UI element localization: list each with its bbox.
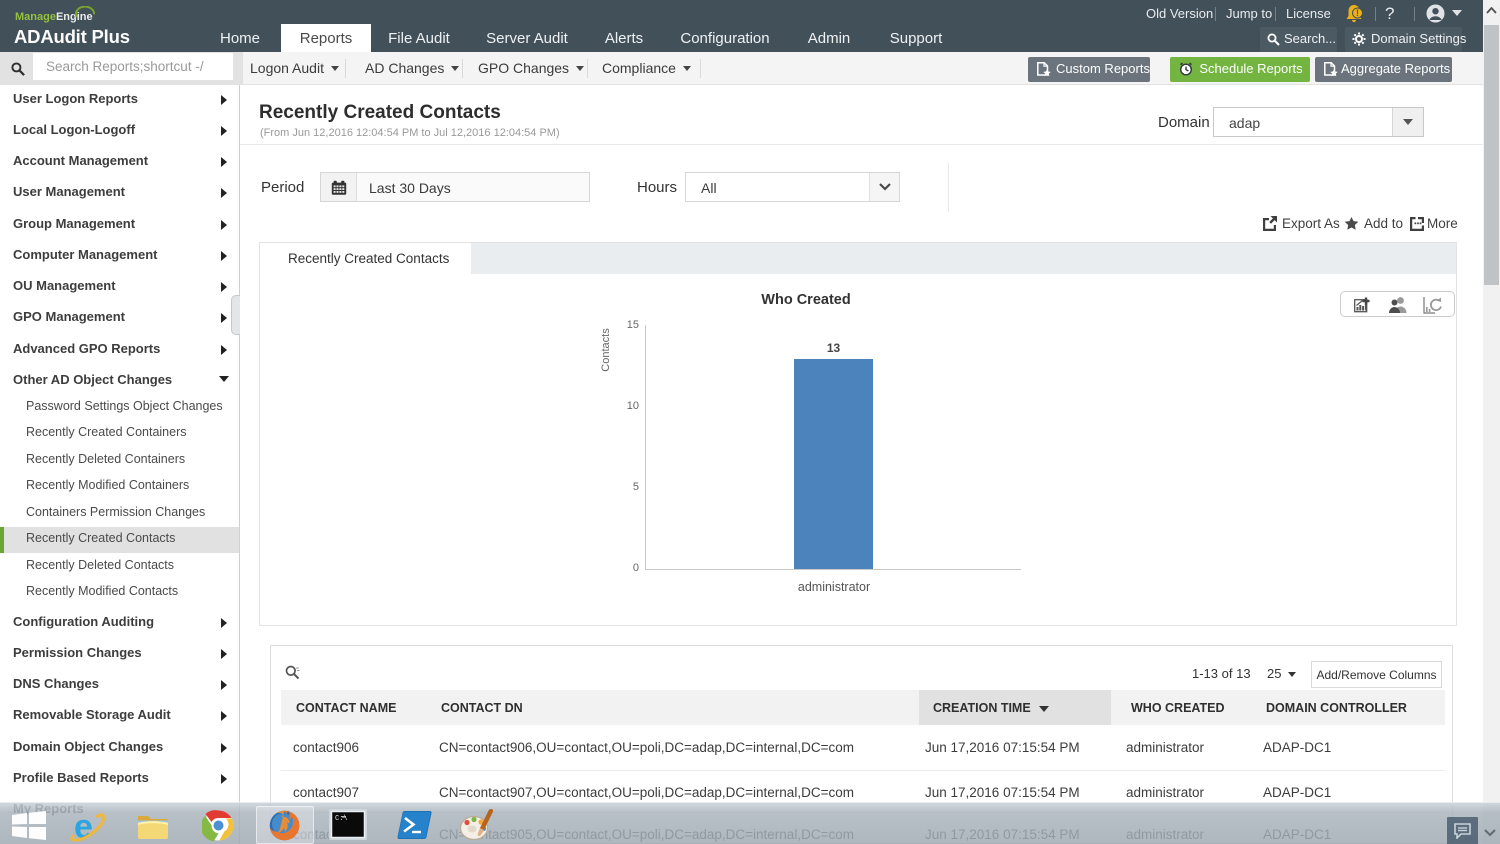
svg-text:!: ! [1356,8,1359,18]
